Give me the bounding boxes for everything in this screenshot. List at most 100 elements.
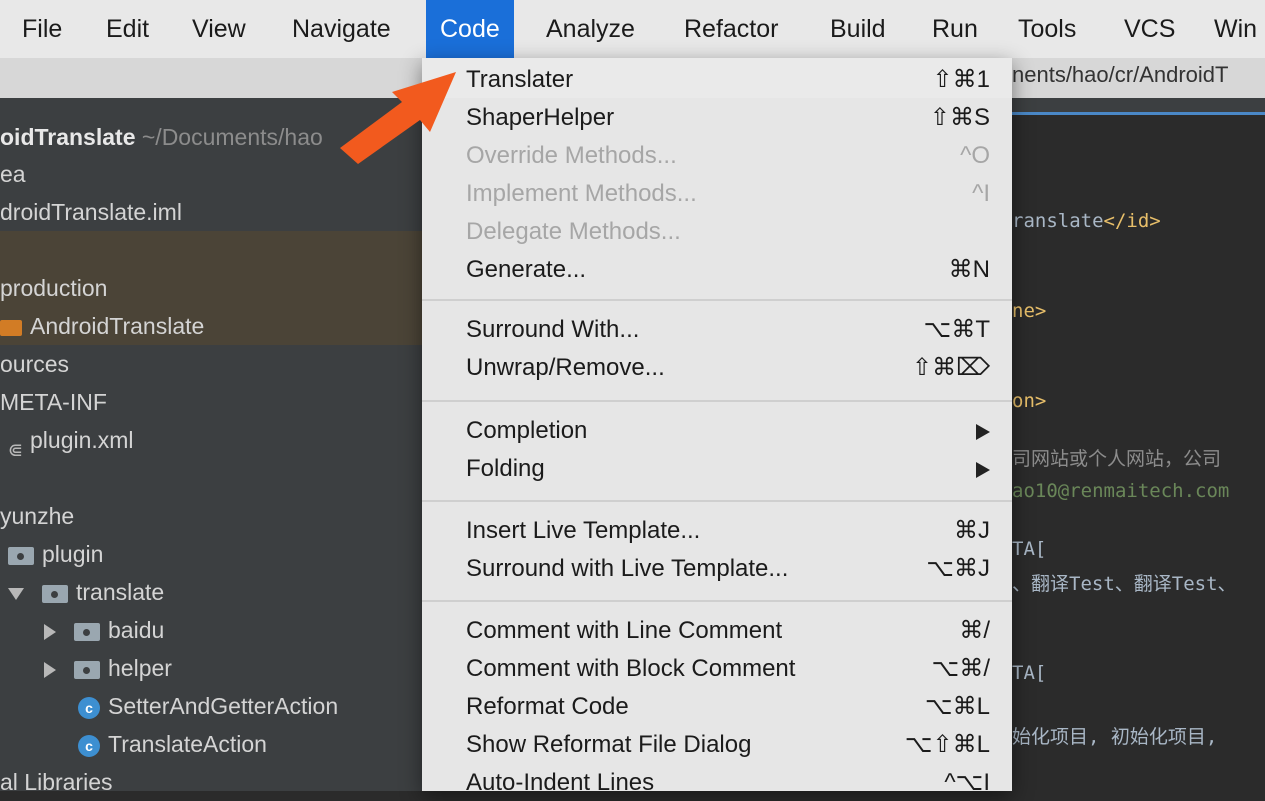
code-line: ne> — [1012, 300, 1047, 322]
project-tree: oidTranslate ~/Documents/hao ea droidTra… — [0, 98, 422, 795]
menu-file[interactable]: File — [22, 0, 62, 58]
breadcrumb-path[interactable]: nents/hao/cr/AndroidT — [1012, 62, 1228, 88]
menu-separator — [422, 299, 1012, 301]
package-icon — [74, 622, 100, 641]
tree-item-label: TranslateAction — [108, 731, 267, 757]
tree-item-sources[interactable]: ources — [0, 345, 422, 383]
shortcut-label: ⌥⌘/ — [931, 655, 990, 682]
shortcut-label: ⌘N — [948, 256, 990, 283]
code-line: ao10@renmaitech.com — [1012, 480, 1230, 502]
menu-item-implement-methods: Implement Methods... ^I — [466, 176, 990, 212]
menu-navigate[interactable]: Navigate — [292, 0, 391, 58]
menu-run[interactable]: Run — [932, 0, 978, 58]
tree-item-plugin-xml[interactable]: ⋐ plugin.xml — [8, 421, 430, 460]
menu-item-block-comment[interactable]: Comment with Block Comment ⌥⌘/ — [466, 651, 990, 687]
menu-item-reformat-code[interactable]: Reformat Code ⌥⌘L — [466, 689, 990, 725]
project-name: oidTranslate — [0, 124, 136, 150]
code-line: ranslate</id> — [1012, 210, 1161, 232]
tree-item-label: translate — [76, 579, 165, 605]
tree-item-label: plugin — [42, 541, 104, 567]
code-line: 、翻译Test、翻译Test、 — [1012, 573, 1237, 595]
menu-build[interactable]: Build — [830, 0, 886, 58]
tree-item-label: AndroidTranslate — [30, 313, 205, 339]
menu-item-generate[interactable]: Generate... ⌘N — [466, 252, 990, 288]
code-line: 始化项目, 初始化项目, — [1012, 726, 1218, 748]
package-icon — [74, 660, 100, 679]
tree-item-helper[interactable]: helper — [44, 649, 466, 687]
menu-item-unwrap-remove[interactable]: Unwrap/Remove... ⇧⌘⌦ — [466, 350, 990, 386]
menu-tools[interactable]: Tools — [1018, 0, 1076, 58]
shortcut-label: ⌥⌘J — [926, 555, 990, 582]
code-menu-dropdown: Translater ⇧⌘1 ShaperHelper ⇧⌘S Override M… — [422, 58, 1012, 796]
tree-item-label: baidu — [108, 617, 165, 643]
shortcut-label: ⌥⌘L — [924, 693, 990, 720]
shortcut-label: ^O — [960, 142, 990, 169]
menu-item-completion[interactable]: Completion — [466, 413, 990, 449]
code-line: TA[ — [1012, 538, 1047, 560]
shortcut-label: ⇧⌘1 — [932, 66, 990, 93]
menu-edit[interactable]: Edit — [106, 0, 149, 58]
tree-item-label: SetterAndGetterAction — [108, 693, 339, 719]
tree-item-label: al Libraries — [0, 769, 113, 795]
xml-file-icon: ⋐ — [8, 439, 24, 460]
shortcut-label: ⌥⌘T — [923, 316, 990, 343]
menu-analyze[interactable]: Analyze — [546, 0, 635, 58]
shortcut-label: ⇧⌘⌦ — [911, 354, 990, 381]
code-editor[interactable]: ranslate</id> ne> on> 司网站或个人网站，公司 ao10@r… — [1012, 98, 1265, 791]
tree-item-plugin[interactable]: plugin — [8, 535, 430, 573]
class-icon: c — [78, 734, 100, 757]
tree-item-label: META-INF — [0, 389, 107, 415]
tree-item-label: ources — [0, 351, 70, 377]
tree-item-label: plugin.xml — [30, 427, 134, 453]
shortcut-label: ⌘J — [954, 517, 990, 544]
expand-down-icon[interactable] — [8, 587, 24, 600]
menu-item-translater[interactable]: Translater ⇧⌘1 — [466, 62, 990, 98]
menu-item-folding[interactable]: Folding — [466, 451, 990, 487]
tree-item-baidu[interactable]: baidu — [44, 611, 466, 649]
shortcut-label: ^I — [972, 180, 990, 207]
menu-item-line-comment[interactable]: Comment with Line Comment ⌘/ — [466, 613, 990, 649]
tree-item-label: ea — [0, 161, 26, 187]
menu-view[interactable]: View — [192, 0, 246, 58]
menu-item-auto-indent[interactable]: Auto-Indent Lines ^⌥I — [466, 765, 990, 801]
editor-tab-strip — [1012, 98, 1265, 115]
shortcut-label: ⌥⇧⌘L — [904, 731, 990, 758]
project-path: ~/Documents/hao — [135, 124, 323, 150]
menu-bar: File Edit View Navigate Code Analyze Ref… — [0, 0, 1265, 58]
tree-item-label: yunzhe — [0, 503, 75, 529]
submenu-arrow-icon — [976, 413, 990, 449]
expand-right-icon[interactable] — [44, 661, 56, 678]
menu-separator — [422, 400, 1012, 402]
menu-window[interactable]: Win — [1214, 0, 1257, 58]
tree-item-selected[interactable] — [0, 231, 422, 269]
menu-separator — [422, 600, 1012, 602]
tree-item-yunzhe[interactable]: yunzhe — [0, 497, 422, 535]
shortcut-label: ⇧⌘S — [929, 104, 990, 131]
code-line: TA[ — [1012, 662, 1047, 684]
menu-vcs[interactable]: VCS — [1124, 0, 1175, 58]
submenu-arrow-icon — [976, 451, 990, 487]
menu-code[interactable]: Code — [426, 0, 514, 58]
menu-item-surround-with[interactable]: Surround With... ⌥⌘T — [466, 312, 990, 348]
tree-item-external-libraries[interactable]: al Libraries — [0, 763, 422, 801]
menu-item-reformat-dialog[interactable]: Show Reformat File Dialog ⌥⇧⌘L — [466, 727, 990, 763]
menu-item-delegate-methods: Delegate Methods... — [466, 218, 681, 245]
class-icon: c — [78, 696, 100, 719]
annotation-arrow-icon — [340, 72, 456, 164]
tree-item-label: production — [0, 275, 108, 301]
tree-item-iml[interactable]: droidTranslate.iml — [0, 193, 422, 231]
tree-item-label: droidTranslate.iml — [0, 199, 182, 225]
tree-item-android-translate[interactable]: AndroidTranslate — [0, 307, 422, 345]
menu-item-surround-live-template[interactable]: Surround with Live Template... ⌥⌘J — [466, 551, 990, 587]
folder-icon — [0, 319, 22, 336]
expand-right-icon[interactable] — [44, 623, 56, 640]
menu-item-override-methods: Override Methods... ^O — [466, 138, 990, 174]
tree-item-translate[interactable]: translate — [8, 573, 430, 611]
menu-refactor[interactable]: Refactor — [684, 0, 778, 58]
tree-item-meta-inf[interactable]: META-INF — [0, 383, 422, 421]
menu-separator — [422, 500, 1012, 502]
code-line: 司网站或个人网站，公司 — [1012, 448, 1222, 470]
menu-item-insert-live-template[interactable]: Insert Live Template... ⌘J — [466, 513, 990, 549]
menu-item-shaperhelper[interactable]: ShaperHelper ⇧⌘S — [466, 100, 990, 136]
tree-item-production[interactable]: production — [0, 269, 422, 307]
